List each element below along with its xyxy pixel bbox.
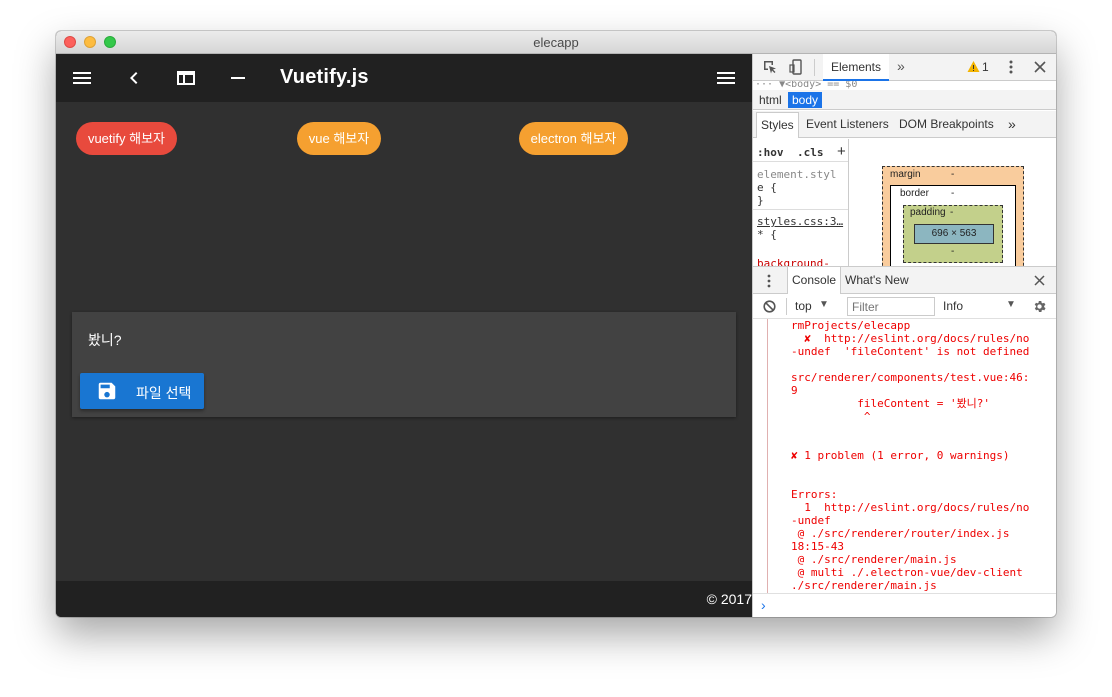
context-select[interactable]: top (795, 299, 812, 313)
remove-icon[interactable] (226, 66, 250, 90)
console-filter-input[interactable] (847, 297, 935, 316)
console-line: -undef (791, 514, 831, 527)
save-icon (96, 380, 118, 402)
back-icon[interactable] (122, 66, 146, 90)
clear-console-icon[interactable] (763, 300, 776, 313)
box-content-size: 696 × 563 (914, 224, 994, 244)
device-toolbar-icon[interactable] (789, 59, 803, 75)
menu-icon[interactable] (70, 66, 94, 90)
padding-label: padding (910, 207, 946, 218)
box-model-diagram: margin - border - padding - 696 × 563 - (850, 139, 1056, 266)
console-line: 18:15-43 (791, 540, 844, 553)
console-message-bar (767, 319, 768, 593)
stylesheet-link[interactable]: styles.css:3… (757, 215, 843, 228)
warning-count: 1 (982, 60, 989, 74)
prompt-chevron-icon: › (761, 597, 766, 613)
border-label: border (900, 188, 929, 199)
styles-pane: :hov .cls + element.styl e { } styles.cs… (753, 139, 849, 266)
app-toolbar: Vuetify.js (56, 54, 752, 102)
breadcrumb-body[interactable]: body (788, 92, 823, 108)
footer-text: © 2017 (706, 591, 752, 607)
styles-divider (753, 161, 848, 162)
style-rule-line: } (757, 194, 764, 207)
console-line-link[interactable]: ✘ http://eslint.org/docs/rules/no (791, 332, 1029, 345)
console-toolbar: top ▼ Info ▼ (753, 294, 1056, 319)
chevron-down-icon: ▼ (1006, 299, 1016, 310)
console-line: 9 (791, 384, 798, 397)
tab-elements[interactable]: Elements (823, 54, 889, 81)
console-line-link[interactable]: 1 http://eslint.org/docs/rules/no (791, 501, 1029, 514)
console-line: ✘ 1 problem (1 error, 0 warnings) (791, 449, 1010, 462)
border-value: - (951, 188, 955, 199)
console-line: src/renderer/components/test.vue:46: (791, 371, 1030, 384)
drawer-tabs: Console What's New (753, 266, 1056, 294)
style-rule-line: * { (757, 228, 777, 241)
console-prompt[interactable]: › (753, 593, 1056, 617)
style-property: background- (757, 257, 830, 266)
card-text: 봤니? (88, 332, 122, 348)
console-line: @ multi ./.electron-vue/dev-client (791, 566, 1023, 579)
drawer-menu-icon[interactable] (767, 274, 771, 288)
toolbar-divider (814, 59, 815, 76)
console-output: rmProjects/elecapp ✘ http://eslint.org/d… (753, 319, 1056, 593)
tab-console[interactable]: Console (787, 267, 842, 294)
tab-dom-breakpoints[interactable]: DOM Breakpoints (899, 111, 994, 137)
devtools-toolbar: Elements » 1 (753, 54, 1056, 81)
toolbar-title: Vuetify.js (280, 66, 369, 88)
file-card: 봤니? 파일 선택 (72, 312, 736, 417)
console-line: ./src/renderer/main.js (791, 579, 937, 592)
add-rule-button[interactable]: + (837, 143, 846, 160)
style-rule-line: e { (757, 181, 777, 194)
log-level-select[interactable]: Info (943, 299, 963, 313)
padding-bottom-value: - (951, 246, 955, 257)
styles-divider (753, 209, 848, 210)
warning-icon[interactable] (967, 60, 980, 73)
breadcrumb: html body (753, 90, 1056, 110)
window-title: elecapp (533, 35, 579, 50)
chip-electron[interactable]: electron 해보자 (519, 122, 628, 155)
tab-whats-new[interactable]: What's New (845, 267, 909, 294)
chip-vuetify[interactable]: vuetify 해보자 (76, 122, 177, 155)
more-subtabs-button[interactable]: » (1008, 111, 1016, 137)
tab-event-listeners[interactable]: Event Listeners (806, 111, 889, 137)
tab-styles[interactable]: Styles (756, 112, 799, 138)
console-line: @ ./src/renderer/router/index.js (791, 527, 1010, 540)
more-tabs-button[interactable]: » (897, 58, 905, 74)
console-line: Errors: (791, 488, 838, 501)
devtools-panel: Elements » 1 ··· ▼<body> == $0 html body… (752, 54, 1056, 617)
close-drawer-icon[interactable] (1034, 275, 1045, 286)
console-line: -undef 'fileContent' is not defined (791, 345, 1030, 358)
chip-vue[interactable]: vue 해보자 (297, 122, 381, 155)
close-devtools-icon[interactable] (1034, 61, 1046, 73)
menu-icon[interactable] (714, 66, 738, 90)
console-line: rmProjects/elecapp (791, 319, 911, 332)
toolbar-divider (786, 298, 787, 315)
dom-tree-line[interactable]: ··· ▼<body> == $0 (753, 81, 1056, 90)
style-rule-line: element.styl (757, 168, 837, 181)
web-icon[interactable] (174, 66, 198, 90)
gear-icon[interactable] (1032, 299, 1047, 314)
padding-value: - (950, 207, 954, 218)
cls-toggle[interactable]: .cls (797, 146, 824, 159)
app-footer: © 2017 (56, 581, 752, 617)
file-select-label: 파일 선택 (136, 385, 192, 401)
app-window: elecapp Vuetify.js vuetify 해보자 vue 해보자 e… (56, 31, 1056, 617)
console-line: @ ./src/renderer/main.js (791, 553, 957, 566)
title-bar: elecapp (56, 31, 1056, 54)
chevron-down-icon: ▼ (819, 299, 829, 310)
elements-subtabs: Styles Event Listeners DOM Breakpoints » (753, 111, 1056, 138)
margin-label: margin (890, 169, 921, 180)
console-line: fileContent = '봤니?' (791, 397, 991, 410)
margin-value: - (951, 169, 955, 180)
breadcrumb-html[interactable]: html (755, 92, 786, 108)
kebab-menu-icon[interactable] (1009, 60, 1013, 74)
console-line: ^ (791, 410, 871, 423)
hov-toggle[interactable]: :hov (757, 146, 784, 159)
app-content: Vuetify.js vuetify 해보자 vue 해보자 electron … (56, 54, 752, 617)
file-select-button[interactable]: 파일 선택 (80, 373, 204, 409)
inspect-element-icon[interactable] (763, 60, 777, 74)
